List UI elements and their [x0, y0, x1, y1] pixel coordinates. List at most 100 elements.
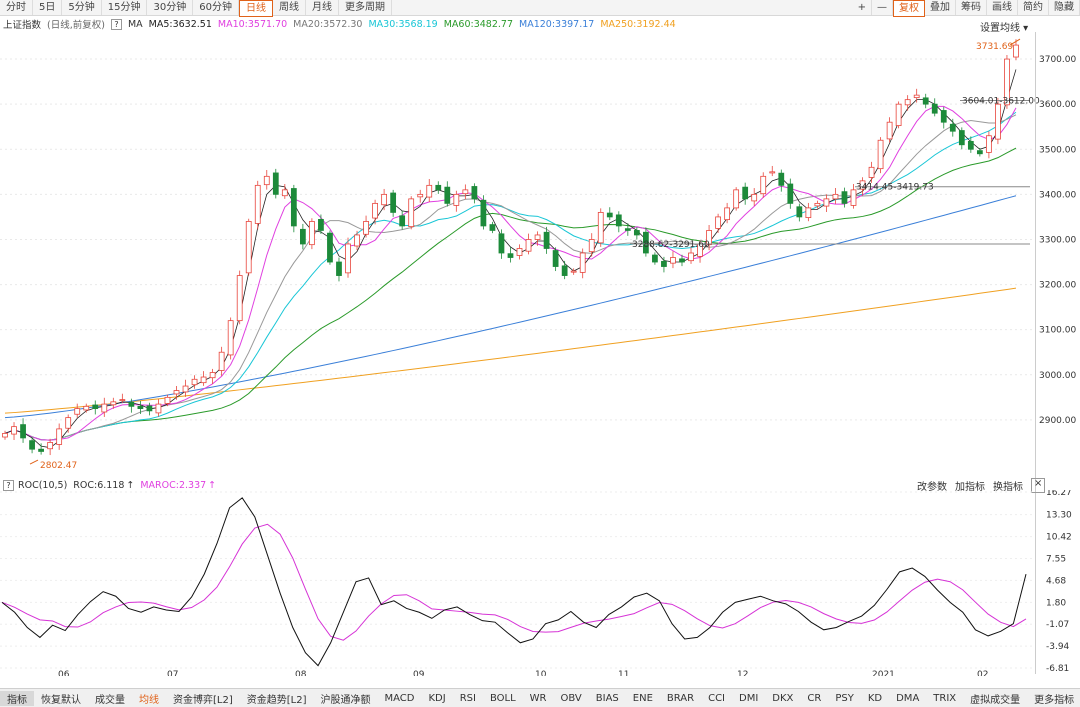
- chip-button[interactable]: 筹码: [956, 0, 987, 15]
- candle-body: [309, 221, 315, 246]
- x-tick-label: 02: [977, 670, 988, 676]
- indicator-tab[interactable]: 指标: [0, 690, 34, 706]
- candle-body: [119, 399, 126, 401]
- draw-button[interactable]: 画线: [987, 0, 1018, 15]
- period-tab-monthly[interactable]: 月线: [306, 0, 339, 15]
- x-tick-label: 12: [737, 670, 748, 676]
- period-tab-30min[interactable]: 30分钟: [147, 0, 194, 15]
- candle-body: [29, 440, 35, 450]
- candle-body: [661, 260, 667, 267]
- y-tick-label: 10.42: [1046, 533, 1072, 543]
- candle-body: [345, 243, 351, 274]
- main-kline-chart[interactable]: 3731.69 2802.47 3604.01-3612.00 3414.45-341…: [0, 32, 1080, 474]
- indicator-tab[interactable]: DMA: [889, 693, 926, 704]
- candle-body: [20, 424, 26, 439]
- period-tab-more[interactable]: 更多周期: [339, 0, 392, 15]
- period-tab-5日[interactable]: 5日: [33, 0, 63, 15]
- y-tick-label: 1.80: [1046, 598, 1066, 608]
- candle-body: [751, 193, 758, 202]
- indicator-tab[interactable]: BRAR: [660, 693, 701, 704]
- indicator-tab[interactable]: TRIX: [926, 693, 963, 704]
- candle-body: [363, 221, 369, 235]
- candle-body: [679, 258, 685, 263]
- overlay-button[interactable]: 叠加: [925, 0, 956, 15]
- period-tab-分时[interactable]: 分时: [0, 0, 33, 15]
- candle-body: [92, 404, 99, 410]
- indicator-tab[interactable]: BOLL: [483, 693, 523, 704]
- x-tick-label: 2021: [872, 670, 895, 676]
- ma5-value: MA5:3632.51: [148, 18, 212, 30]
- indicator-tab[interactable]: DKX: [765, 693, 800, 704]
- candle-body: [570, 270, 577, 273]
- roc-help-icon[interactable]: ?: [3, 479, 14, 491]
- candle-body: [868, 166, 875, 178]
- candle-body: [128, 401, 135, 407]
- indicator-tab[interactable]: 恢复默认: [34, 691, 88, 706]
- indicator-tab[interactable]: 资金博弈[L2]: [166, 691, 240, 706]
- help-icon[interactable]: ?: [110, 18, 122, 30]
- indicator-tab[interactable]: ENE: [626, 693, 660, 704]
- indicator-tab[interactable]: PSY: [828, 693, 861, 704]
- candle-body: [688, 252, 694, 262]
- candle-body: [877, 139, 884, 170]
- indicator-tab[interactable]: KDJ: [421, 693, 452, 704]
- indicator-tab[interactable]: 虚拟成交量: [963, 691, 1027, 706]
- candle-body: [958, 130, 965, 146]
- candle-body: [552, 250, 559, 267]
- roc-chart[interactable]: 16.27 13.30 10.42 7.55 4.68 1.80 -1.07 -3.94 -6.…: [0, 490, 1080, 676]
- indicator-tab[interactable]: DMI: [732, 693, 765, 704]
- candle-body: [913, 94, 920, 99]
- indicator-tab[interactable]: RSI: [453, 693, 483, 704]
- indicator-tab[interactable]: 均线: [132, 691, 166, 706]
- hide-button[interactable]: 隐藏: [1049, 0, 1080, 15]
- candle-body: [254, 184, 261, 224]
- maroc-value: MAROC:2.337: [140, 479, 207, 491]
- candle-body: [101, 403, 108, 413]
- candle-body: [435, 184, 442, 191]
- candle-body: [2, 433, 8, 438]
- candle-body: [173, 390, 180, 395]
- candle-body: [209, 372, 216, 379]
- candle-body: [841, 191, 848, 204]
- indicator-tab[interactable]: WR: [523, 693, 554, 704]
- candle-body: [417, 193, 424, 198]
- roc-label: ROC(10,5): [18, 479, 68, 491]
- zoom-out-button[interactable]: —: [872, 0, 893, 15]
- x-tick-label: 11: [618, 670, 629, 676]
- zoom-in-button[interactable]: +: [853, 0, 872, 15]
- indicator-tab[interactable]: OBV: [554, 693, 589, 704]
- indicator-tab[interactable]: KD: [861, 693, 889, 704]
- candle-body: [967, 140, 974, 150]
- indicator-tab[interactable]: 资金趋势[L2]: [240, 691, 314, 706]
- ma20-value: MA20:3572.30: [293, 18, 363, 30]
- candle-body: [986, 135, 992, 153]
- y-tick-label: -6.81: [1046, 664, 1069, 674]
- indicator-tab[interactable]: CR: [800, 693, 828, 704]
- y-tick-label: 7.55: [1046, 554, 1066, 564]
- candle-body: [245, 221, 252, 274]
- period-tab-15min[interactable]: 15分钟: [102, 0, 148, 15]
- period-tab-daily[interactable]: 日线: [238, 0, 273, 17]
- candle-body: [47, 442, 54, 450]
- candle-body: [74, 408, 81, 415]
- chart-subtitle: (日线,前复权): [47, 20, 105, 31]
- roc-arrow-icon: ↑: [126, 479, 135, 491]
- candle-body: [588, 239, 595, 253]
- roc-line: [1, 497, 1027, 667]
- indicator-tab[interactable]: BIAS: [589, 693, 626, 704]
- period-tab-5min[interactable]: 5分钟: [62, 0, 102, 15]
- period-tab-60min[interactable]: 60分钟: [193, 0, 239, 15]
- indicator-tab[interactable]: 成交量: [88, 691, 132, 706]
- y-tick-label: 4.68: [1046, 576, 1066, 586]
- simple-button[interactable]: 简约: [1018, 0, 1049, 15]
- indicator-tab[interactable]: MACD: [378, 693, 422, 704]
- indicator-tab[interactable]: CCI: [701, 693, 732, 704]
- indicator-tab[interactable]: 沪股通净额: [314, 691, 378, 706]
- fq-button[interactable]: 复权: [893, 0, 925, 17]
- candle-body: [408, 198, 415, 228]
- period-tab-weekly[interactable]: 周线: [273, 0, 306, 15]
- candle-body: [823, 198, 830, 207]
- candle-body: [724, 207, 731, 221]
- indicator-tab[interactable]: 更多指标: [1027, 691, 1080, 706]
- candle-body: [56, 428, 63, 445]
